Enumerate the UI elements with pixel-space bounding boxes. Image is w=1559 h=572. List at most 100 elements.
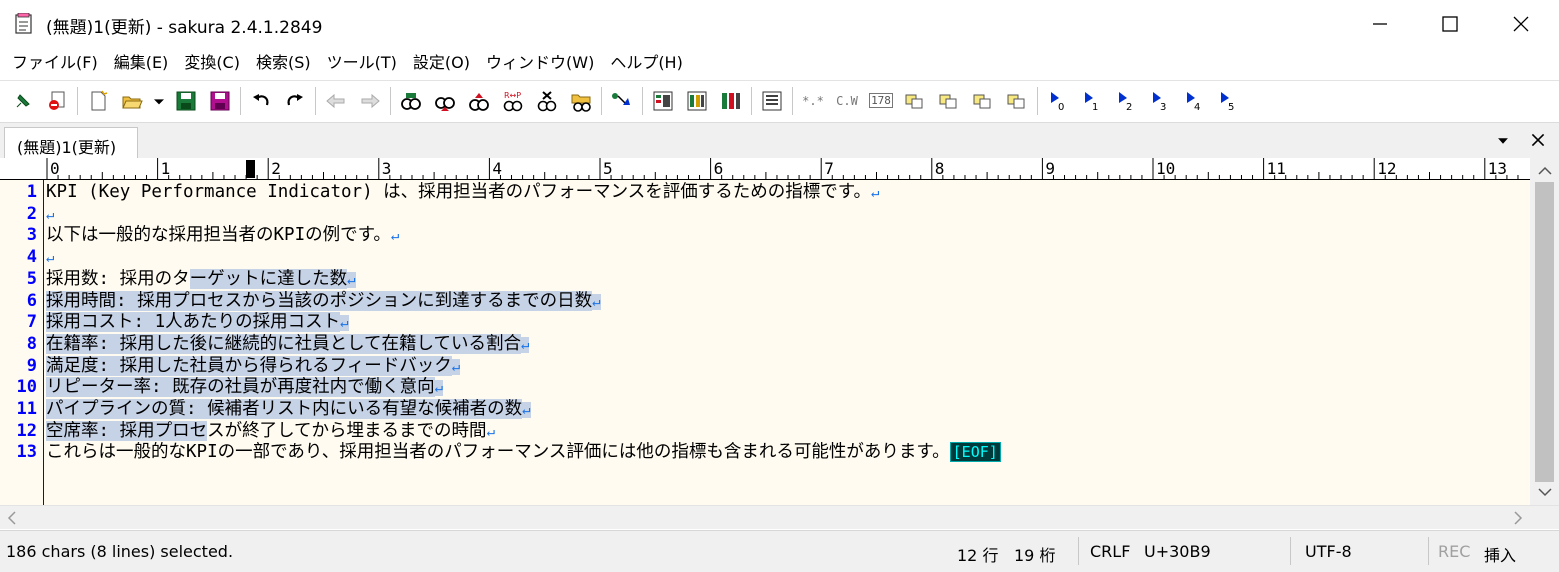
- toolbar-separator: [315, 86, 316, 115]
- rec-status[interactable]: REC: [1438, 542, 1470, 561]
- tab-list-button[interactable]: [1493, 131, 1513, 151]
- text-line[interactable]: KPI (Key Performance Indicator) は、採用担当者の…: [46, 181, 879, 203]
- column-status: 19 桁: [1014, 546, 1056, 565]
- horizontal-scrollbar[interactable]: [0, 505, 1559, 529]
- toolbar-separator: [601, 86, 602, 115]
- insert-mode-status[interactable]: 挿入: [1484, 542, 1516, 566]
- tab-close-button[interactable]: [1527, 129, 1549, 151]
- text-line[interactable]: 以下は一般的な採用担当者のKPIの例です。↵: [46, 224, 399, 246]
- save-button[interactable]: [169, 85, 203, 117]
- line-number-gutter: 1 2 3 4 5 6 7 8 9 10 11 12 13: [0, 180, 44, 505]
- convert4-button[interactable]: [1000, 85, 1034, 117]
- vertical-scroll-thumb[interactable]: [1535, 182, 1554, 482]
- encoding-status[interactable]: UTF-8: [1305, 542, 1352, 561]
- menu-convert[interactable]: 変換(C): [176, 48, 248, 78]
- compare-button[interactable]: [755, 85, 789, 117]
- line-number: 10: [16, 377, 37, 398]
- maximize-button[interactable]: [1415, 0, 1485, 48]
- wildcard-button[interactable]: *.*: [796, 85, 830, 117]
- menu-help[interactable]: ヘルプ(H): [602, 48, 691, 78]
- eol-status[interactable]: CRLF: [1090, 542, 1130, 561]
- menu-search[interactable]: 検索(S): [248, 48, 319, 78]
- close-window-button[interactable]: [1486, 0, 1556, 48]
- grep-button[interactable]: [564, 85, 598, 117]
- macro-flag-icon: 3: [1153, 91, 1166, 113]
- line-break-icon: ↵: [521, 336, 530, 353]
- save-all-button[interactable]: [203, 85, 237, 117]
- ruler-number: 13: [1488, 159, 1507, 178]
- line-number: 12: [16, 420, 37, 441]
- open-folder-button[interactable]: [115, 85, 149, 117]
- scroll-down-icon[interactable]: [1537, 485, 1553, 499]
- search-prev-button[interactable]: [428, 85, 462, 117]
- close-icon: [1531, 133, 1545, 147]
- text-line[interactable]: パイプラインの質: 候補者リスト内にいる有望な候補者の数↵: [46, 398, 531, 420]
- macro-3-button[interactable]: 3: [1143, 85, 1177, 117]
- macro-1-button[interactable]: 1: [1075, 85, 1109, 117]
- settings-button[interactable]: [680, 85, 714, 117]
- row-status: 12 行: [957, 546, 999, 565]
- convert1-button[interactable]: [898, 85, 932, 117]
- text-line[interactable]: 在籍率: 採用した後に継続的に社員として在籍している割合↵: [46, 333, 530, 355]
- jump-back-button[interactable]: [319, 85, 353, 117]
- cw-button[interactable]: C.W: [830, 85, 864, 117]
- search-next-button[interactable]: [462, 85, 496, 117]
- outline-button[interactable]: [646, 85, 680, 117]
- editor-area[interactable]: 0 1 2 3 4 5 6 7 8 9 10 11 12 13 1 2 3 4 5 6 7 8 9 10 11 12 13 KPI…: [0, 158, 1559, 505]
- char-code-button[interactable]: 178: [864, 85, 898, 117]
- menu-settings[interactable]: 設定(O): [405, 48, 478, 78]
- tab-untitled-1[interactable]: (無題)1(更新): [4, 127, 138, 159]
- pin-button[interactable]: [6, 85, 40, 117]
- menu-file[interactable]: ファイル(F): [4, 48, 106, 78]
- text-line[interactable]: 採用時間: 採用プロセスから当該のポジションに到達するまでの日数↵: [46, 290, 601, 312]
- text-line[interactable]: リピーター率: 既存の社員が再度社内で働く意向↵: [46, 376, 444, 398]
- menu-tools[interactable]: ツール(T): [319, 48, 405, 78]
- tab-bar: (無題)1(更新): [0, 122, 1559, 159]
- search-button[interactable]: [394, 85, 428, 117]
- text-content[interactable]: KPI (Key Performance Indicator) は、採用担当者の…: [46, 180, 1526, 505]
- close-file-button[interactable]: [40, 85, 74, 117]
- scroll-up-icon[interactable]: [1537, 164, 1553, 178]
- text-line[interactable]: 空席率: 採用プロセスが終了してから埋まるまでの時間↵: [46, 420, 495, 442]
- line-text: 以下は一般的な採用担当者のKPIの例です。: [46, 225, 391, 246]
- toolbar-separator: [642, 86, 643, 115]
- undo-button[interactable]: [244, 85, 278, 117]
- menu-edit[interactable]: 編集(E): [106, 48, 177, 78]
- convert1-icon: [905, 94, 923, 108]
- jump-line-button[interactable]: [605, 85, 639, 117]
- text-line[interactable]: 採用数: 採用のターゲットに達した数↵: [46, 268, 356, 290]
- clear-mark-button[interactable]: [530, 85, 564, 117]
- char-code-status: U+30B9: [1144, 542, 1211, 561]
- jump-forward-button[interactable]: [353, 85, 387, 117]
- tag-button[interactable]: [714, 85, 748, 117]
- vertical-scrollbar[interactable]: [1530, 158, 1559, 505]
- line-break-icon: ↵: [486, 423, 495, 440]
- text-line[interactable]: ↵: [46, 246, 54, 268]
- macro-0-button[interactable]: 0: [1041, 85, 1075, 117]
- convert3-icon: [973, 94, 991, 108]
- text-line[interactable]: ↵: [46, 203, 54, 225]
- convert2-button[interactable]: [932, 85, 966, 117]
- line-number: 6: [26, 290, 37, 311]
- text-line[interactable]: 採用コスト: 1人あたりの採用コスト↵: [46, 311, 349, 333]
- convert3-button[interactable]: [966, 85, 1000, 117]
- macro-5-button[interactable]: 5: [1211, 85, 1245, 117]
- macro-4-button[interactable]: 4: [1177, 85, 1211, 117]
- replace-button[interactable]: R↔P: [496, 85, 530, 117]
- status-separator: [1078, 537, 1079, 565]
- new-file-icon: [91, 90, 108, 110]
- text-line[interactable]: 満足度: 採用した社員から得られるフィードバック↵: [46, 355, 461, 377]
- scroll-left-icon[interactable]: [4, 510, 20, 526]
- svg-text:4: 4: [1194, 102, 1200, 113]
- menu-window[interactable]: ウィンドウ(W): [478, 48, 602, 78]
- macro-2-button[interactable]: 2: [1109, 85, 1143, 117]
- line-break-icon: ↵: [522, 402, 531, 418]
- open-dropdown-button[interactable]: [149, 85, 169, 117]
- redo-button[interactable]: [278, 85, 312, 117]
- text-line[interactable]: これらは一般的なKPIの一部であり、採用担当者のパフォーマンス評価には他の指標も…: [46, 441, 1001, 463]
- scroll-right-icon[interactable]: [1510, 510, 1526, 526]
- macro-flag-icon: 4: [1187, 91, 1200, 113]
- minimize-button[interactable]: [1345, 0, 1415, 48]
- new-file-button[interactable]: [81, 85, 115, 117]
- open-folder-icon: [122, 96, 143, 108]
